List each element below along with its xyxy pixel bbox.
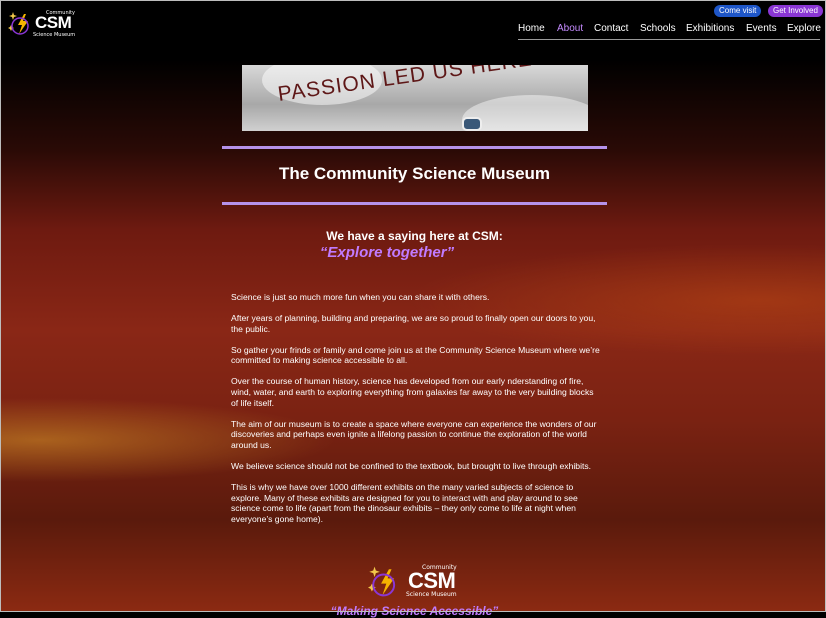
passion-banner-image: PASSION LED US HERE xyxy=(242,65,588,131)
about-paragraph: After years of planning, building and pr… xyxy=(231,313,596,334)
nav-schools[interactable]: Schools xyxy=(640,23,676,34)
logo-subtitle-text: Science Museum xyxy=(33,32,76,38)
title-bottom-rule xyxy=(222,202,607,205)
about-paragraph: This is why we have over 1000 different … xyxy=(231,482,578,524)
footer-logo-subtitle-text: Science Museum xyxy=(406,591,457,598)
about-paragraph: So gather your frinds or family and come… xyxy=(231,344,600,366)
footer-tagline: “Making Science Accessible” xyxy=(330,604,499,618)
about-paragraph: The aim of our museum is to create a spa… xyxy=(231,418,597,450)
banner-pole xyxy=(462,117,482,131)
nav-home[interactable]: Home xyxy=(518,23,545,34)
logo-csm-text: CSM xyxy=(35,13,72,32)
nav-events[interactable]: Events xyxy=(746,23,777,34)
about-paragraph: Science is just so much more fun when yo… xyxy=(231,292,490,302)
come-visit-button[interactable]: Come visit xyxy=(714,5,762,17)
nav-contact[interactable]: Contact xyxy=(594,23,628,34)
about-paragraph: Over the course of human history, scienc… xyxy=(231,376,594,408)
title-top-rule xyxy=(222,146,607,149)
lightning-sparkle-icon xyxy=(368,566,396,597)
lightning-sparkle-icon xyxy=(8,12,29,35)
saying-intro: We have a saying here at CSM: xyxy=(326,229,503,243)
about-paragraph: We believe science should not be confine… xyxy=(231,461,592,472)
get-involved-button[interactable]: Get Involved xyxy=(768,5,823,17)
page-title: The Community Science Museum xyxy=(278,164,551,183)
footer-csm-logo: Community CSM Science Museum xyxy=(368,562,468,600)
site-header: Community CSM Science Museum Come visit … xyxy=(0,0,826,44)
saying-quote: “Explore together” xyxy=(319,244,455,261)
nav-explore[interactable]: Explore xyxy=(787,23,821,34)
csm-logo[interactable]: Community CSM Science Museum xyxy=(8,8,78,38)
main-nav: Home About Contact Schools Exhibitions E… xyxy=(518,23,821,40)
nav-exhibitions[interactable]: Exhibitions xyxy=(686,23,734,34)
about-body: Science is just so much more fun when yo… xyxy=(231,292,603,535)
nav-about[interactable]: About xyxy=(557,23,583,34)
